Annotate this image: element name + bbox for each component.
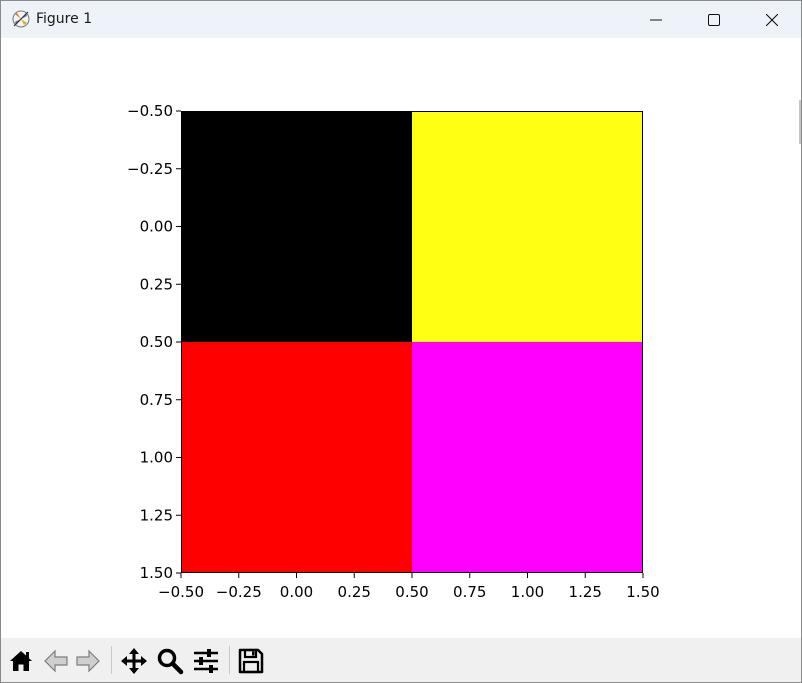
heatmap-cell <box>412 342 643 573</box>
toolbar-separator <box>111 646 112 674</box>
navigation-toolbar <box>1 638 801 682</box>
y-tick-label: 1.25 <box>140 506 173 524</box>
x-tick-label: 1.00 <box>511 583 544 601</box>
y-tick-label: 1.50 <box>140 564 173 582</box>
maximize-button[interactable] <box>685 1 743 38</box>
sliders-icon <box>194 649 218 673</box>
zoom-button[interactable] <box>155 646 185 676</box>
x-tick-label: 0.00 <box>280 583 313 601</box>
scrollbar-thumb[interactable] <box>799 100 801 144</box>
x-tick-label: −0.25 <box>216 583 262 601</box>
back-button[interactable] <box>41 646 71 676</box>
x-tick-label: 1.25 <box>569 583 602 601</box>
pan-move-icon <box>121 648 147 674</box>
minimize-button[interactable] <box>627 1 685 38</box>
forward-arrow-icon <box>76 649 100 673</box>
floppy-disk-icon <box>238 648 264 674</box>
x-tick-label: 0.25 <box>338 583 371 601</box>
heatmap-cell <box>181 111 412 342</box>
save-button[interactable] <box>236 646 266 676</box>
zoom-magnifier-icon <box>157 648 184 675</box>
heatmap-chart: −0.50 −0.25 0.00 0.25 0.50 0.75 1.00 1.25 1.50 −… <box>127 102 660 601</box>
home-icon <box>10 651 32 671</box>
window-title: Figure 1 <box>36 11 93 27</box>
y-tick-label: 0.75 <box>140 391 173 409</box>
minimize-icon <box>650 19 662 20</box>
configure-subplots-button[interactable] <box>191 646 221 676</box>
close-icon <box>766 13 778 26</box>
figure-canvas[interactable]: −0.50 −0.25 0.00 0.25 0.50 0.75 1.00 1.25 1.50 −… <box>1 38 801 638</box>
y-tick-label: −0.50 <box>127 102 173 120</box>
x-tick-label: 0.75 <box>453 583 486 601</box>
y-tick-label: −0.25 <box>127 160 173 178</box>
heatmap-cell <box>412 111 643 342</box>
pan-button[interactable] <box>119 646 149 676</box>
y-tick-label: 0.50 <box>140 333 173 351</box>
toolbar-separator <box>229 646 230 674</box>
home-button[interactable] <box>6 646 36 676</box>
x-tick-label: −0.50 <box>158 583 204 601</box>
y-tick-label: 0.25 <box>140 275 173 293</box>
maximize-icon <box>708 13 720 26</box>
y-tick-label: 1.00 <box>140 449 173 467</box>
forward-button[interactable] <box>73 646 103 676</box>
close-button[interactable] <box>743 1 801 38</box>
matplotlib-logo-icon <box>12 10 30 28</box>
y-tick-label: 0.00 <box>140 218 173 236</box>
back-arrow-icon <box>44 649 68 673</box>
x-tick-label: 1.50 <box>626 583 659 601</box>
figure-window: Figure 1 −0.50 −0.25 0.00 0.25 0.50 0.75 1.00 1… <box>0 0 802 683</box>
heatmap-cell <box>181 342 412 573</box>
x-tick-label: 0.50 <box>395 583 428 601</box>
title-bar[interactable]: Figure 1 <box>1 1 801 38</box>
